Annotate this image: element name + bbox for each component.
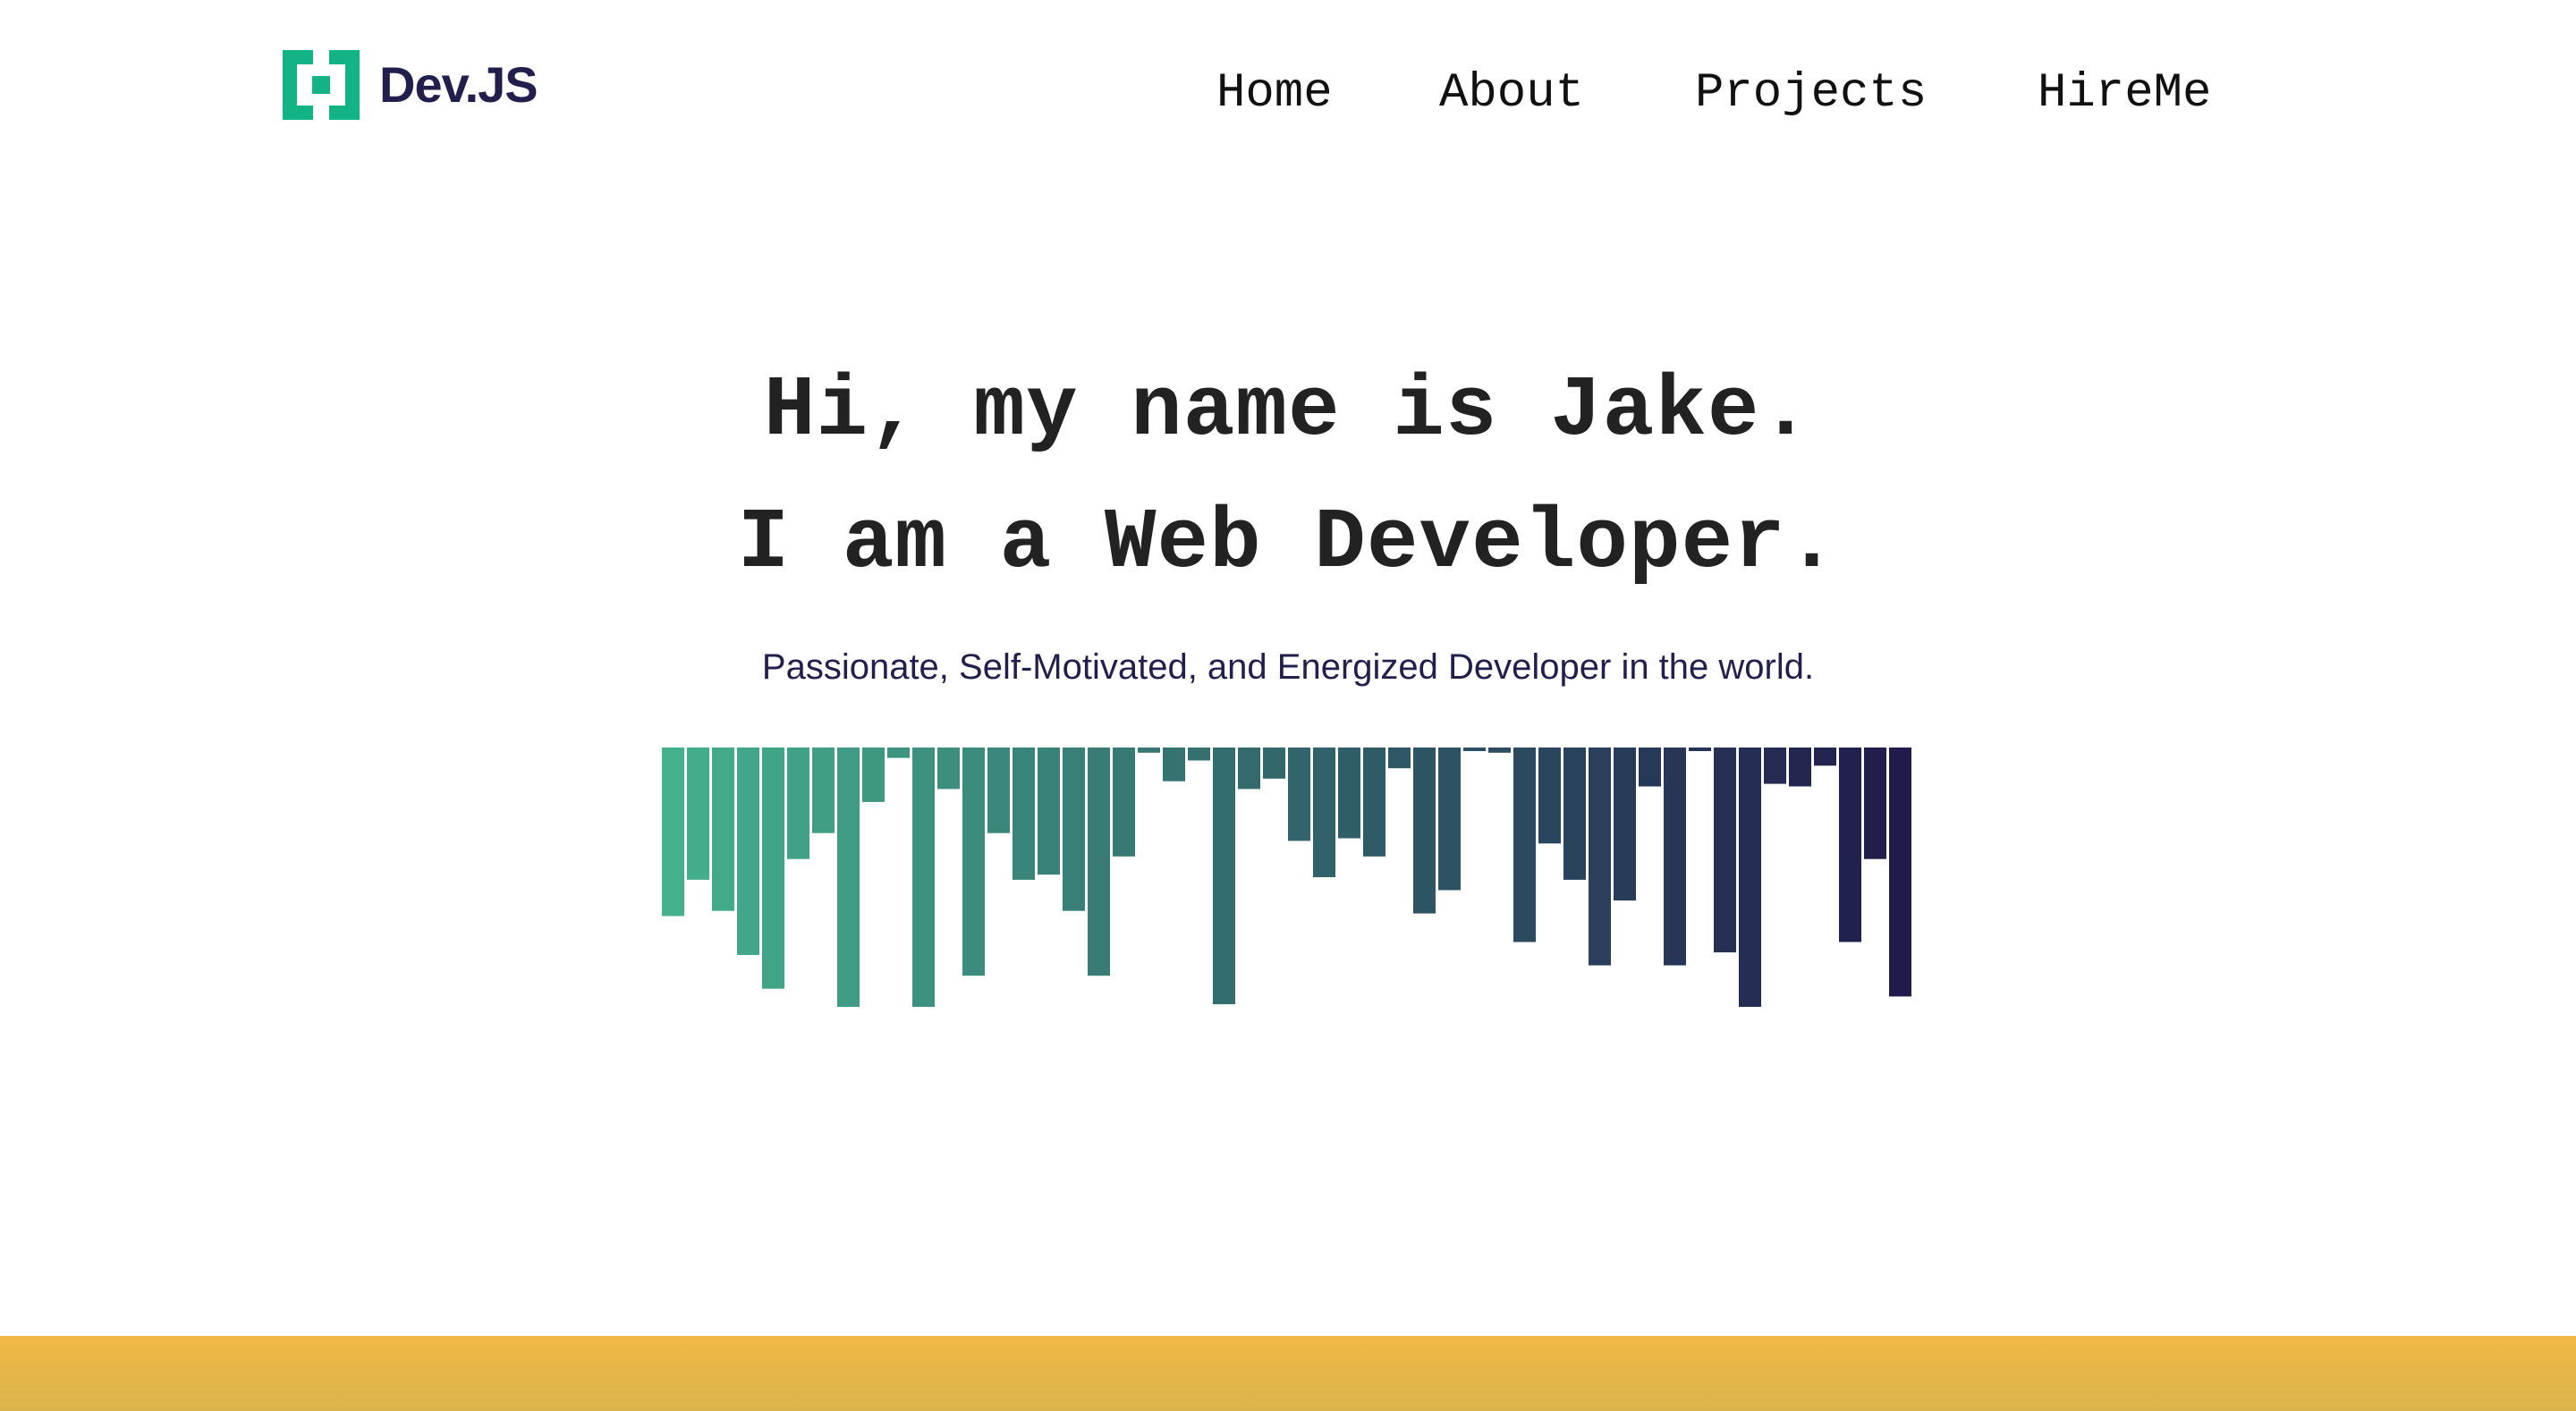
logo-link[interactable]: Dev.JS	[283, 50, 538, 120]
decorative-bar	[1764, 748, 1786, 784]
decorative-bar	[1313, 748, 1335, 877]
decorative-bar	[1263, 748, 1285, 779]
brand-name: Dev.JS	[379, 56, 538, 113]
decorative-bar	[712, 748, 734, 911]
bracket-square-icon	[283, 50, 360, 120]
nav-home-link[interactable]: Home	[1216, 63, 1333, 125]
decorative-bar	[862, 748, 885, 802]
hero-heading-line-1: Hi, my name is Jake.	[763, 362, 1813, 460]
decorative-bar	[912, 748, 935, 1007]
decorative-bar	[1463, 748, 1486, 751]
decorative-bar	[1513, 748, 1536, 942]
decorative-bar	[1388, 748, 1411, 769]
decorative-bar	[1188, 748, 1210, 761]
decorative-bar	[987, 748, 1010, 833]
decorative-bar	[1238, 748, 1260, 790]
footer-band	[0, 1336, 2576, 1411]
decorative-bar	[1138, 748, 1160, 753]
decorative-bar	[1113, 748, 1135, 857]
decorative-bar	[1438, 748, 1461, 891]
decorative-bar	[737, 748, 759, 955]
decorative-bar	[1538, 748, 1561, 844]
decorative-bar	[1338, 748, 1360, 839]
decorative-bar	[1088, 748, 1110, 976]
nav-about-link[interactable]: About	[1439, 63, 1584, 125]
hero-subtitle: Passionate, Self-Motivated, and Energize…	[761, 647, 1815, 687]
decorative-bar	[1589, 748, 1611, 966]
decorative-bar-pattern	[662, 748, 1911, 1007]
decorative-bar	[687, 748, 709, 880]
decorative-bar	[887, 748, 910, 758]
decorative-bar	[1814, 748, 1836, 766]
decorative-bar	[1639, 748, 1661, 787]
decorative-bar	[1213, 748, 1235, 1005]
decorative-bar	[1889, 748, 1911, 997]
decorative-bar	[1739, 748, 1761, 1007]
decorative-bar	[662, 748, 684, 917]
decorative-bar	[1839, 748, 1861, 942]
decorative-bar	[1488, 748, 1511, 753]
decorative-bar	[1413, 748, 1436, 914]
decorative-bar	[1013, 748, 1035, 880]
decorative-bar	[937, 748, 960, 790]
decorative-bar	[1614, 748, 1636, 901]
decorative-bar	[1163, 748, 1185, 782]
decorative-bar	[1714, 748, 1736, 953]
decorative-bar	[1038, 748, 1060, 875]
decorative-bar	[1563, 748, 1586, 880]
decorative-bar	[1363, 748, 1385, 857]
hero-heading-line-2: I am a Web Developer.	[737, 494, 1839, 592]
decorative-bar	[1864, 748, 1886, 859]
decorative-bar	[1063, 748, 1085, 911]
decorative-bar	[1789, 748, 1811, 787]
decorative-bar	[837, 748, 860, 1007]
decorative-bar	[762, 748, 784, 989]
nav-hireme-link[interactable]: HireMe	[2038, 63, 2211, 125]
decorative-bar	[787, 748, 809, 859]
nav-projects-link[interactable]: Projects	[1695, 63, 1927, 125]
decorative-bar	[1288, 748, 1310, 841]
page: Dev.JS Home About Projects HireMe Hi, my…	[0, 0, 2576, 1411]
decorative-bar	[1689, 748, 1711, 751]
decorative-bar	[812, 748, 835, 833]
decorative-bar	[962, 748, 985, 976]
decorative-bar	[1664, 748, 1686, 966]
